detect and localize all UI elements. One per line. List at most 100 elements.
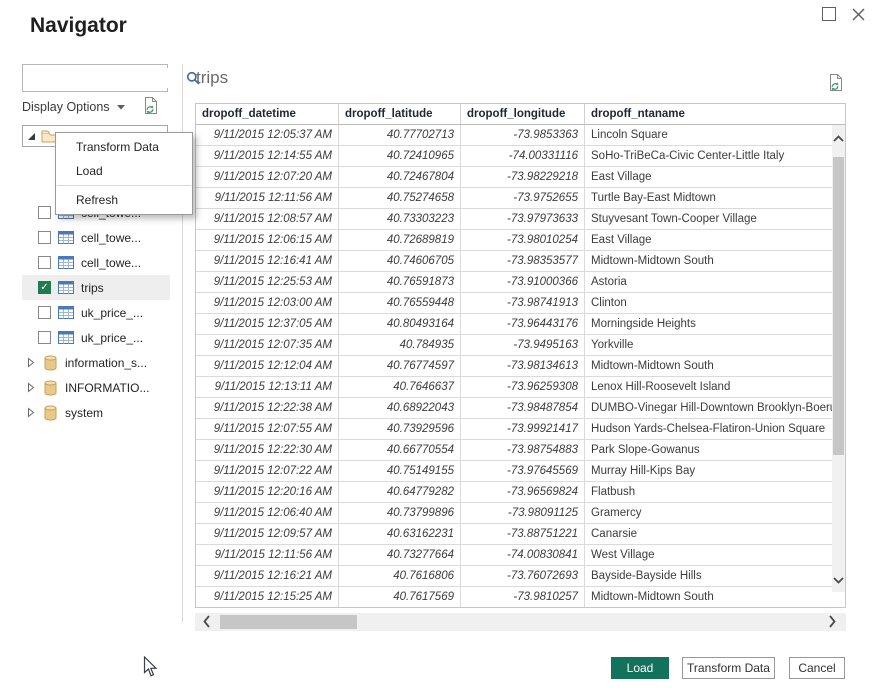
checkbox[interactable]	[38, 231, 51, 244]
preview-title: trips	[196, 68, 228, 88]
table-cell: 9/11/2015 12:03:00 AM	[196, 293, 339, 314]
checkbox[interactable]	[38, 306, 51, 319]
table-cell: 40.72467804	[339, 167, 461, 188]
column-header-dropoff_longitude[interactable]: dropoff_longitude	[461, 104, 585, 125]
table-cell: 40.76559448	[339, 293, 461, 314]
scroll-right-icon[interactable]	[829, 615, 836, 633]
table-row: 9/11/2015 12:08:57 AM40.73303223-73.9797…	[196, 209, 845, 230]
table-cell: -73.9853363	[461, 125, 585, 146]
table-cell: -73.9495163	[461, 335, 585, 356]
close-icon[interactable]	[851, 7, 866, 22]
preview-table: dropoff_datetimedropoff_latitudedropoff_…	[195, 103, 846, 608]
table-cell: 40.784935	[339, 335, 461, 356]
table-cell: West Village	[585, 545, 845, 566]
menu-item-refresh[interactable]: Refresh	[56, 188, 192, 212]
table-cell: 9/11/2015 12:20:16 AM	[196, 482, 339, 503]
table-cell: 9/11/2015 12:06:40 AM	[196, 503, 339, 524]
table-row: 9/11/2015 12:16:21 AM40.7616806-73.76072…	[196, 566, 845, 587]
table-cell: 9/11/2015 12:25:53 AM	[196, 272, 339, 293]
table-cell: -73.98091125	[461, 503, 585, 524]
expand-collapsed-icon[interactable]	[27, 357, 37, 368]
table-cell: Midtown-Midtown South	[585, 251, 845, 272]
checkbox[interactable]	[38, 206, 51, 219]
table-row: 9/11/2015 12:03:00 AM40.76559448-73.9874…	[196, 293, 845, 314]
table-cell: -73.9752655	[461, 188, 585, 209]
menu-item-transform-data[interactable]: Transform Data	[56, 135, 192, 159]
table-cell: 9/11/2015 12:08:57 AM	[196, 209, 339, 230]
context-menu: Transform DataLoad Refresh	[55, 132, 193, 215]
table-icon	[58, 281, 74, 294]
table-cell: 40.75274658	[339, 188, 461, 209]
search-box[interactable]	[22, 64, 168, 92]
table-cell: 9/11/2015 12:22:38 AM	[196, 398, 339, 419]
vertical-scrollbar[interactable]	[832, 125, 845, 592]
scroll-down-icon[interactable]	[832, 577, 845, 584]
column-header-dropoff_ntaname[interactable]: dropoff_ntaname	[585, 104, 845, 125]
transform-data-button[interactable]: Transform Data	[682, 657, 775, 679]
table-cell: SoHo-TriBeCa-Civic Center-Little Italy	[585, 146, 845, 167]
table-cell: 40.68922043	[339, 398, 461, 419]
cancel-button[interactable]: Cancel	[789, 657, 845, 679]
table-cell: 9/11/2015 12:07:35 AM	[196, 335, 339, 356]
checkbox[interactable]	[38, 331, 51, 344]
table-cell: -73.98754883	[461, 440, 585, 461]
table-cell: 9/11/2015 12:13:11 AM	[196, 377, 339, 398]
checkbox[interactable]	[38, 281, 51, 294]
table-cell: DUMBO-Vinegar Hill-Downtown Brooklyn-Boe…	[585, 398, 845, 419]
mouse-cursor-icon	[143, 656, 158, 683]
table-cell: Morningside Heights	[585, 314, 845, 335]
table-cell: 9/11/2015 12:06:15 AM	[196, 230, 339, 251]
checkbox[interactable]	[38, 256, 51, 269]
tree-item-table[interactable]: uk_price_...	[22, 325, 170, 350]
table-cell: Hudson Yards-Chelsea-Flatiron-Union Squa…	[585, 419, 845, 440]
table-row: 9/11/2015 12:09:57 AM40.63162231-73.8875…	[196, 524, 845, 545]
maximize-icon[interactable]	[822, 7, 836, 21]
table-cell: East Village	[585, 167, 845, 188]
refresh-preview-icon[interactable]	[828, 73, 844, 97]
table-cell: -73.96259308	[461, 377, 585, 398]
tree-item-database[interactable]: INFORMATIO...	[22, 375, 170, 400]
table-cell: -73.76072693	[461, 566, 585, 587]
tree-item-table[interactable]: uk_price_...	[22, 300, 170, 325]
load-button[interactable]: Load	[611, 657, 669, 679]
refresh-document-icon[interactable]	[143, 96, 159, 120]
menu-item-load[interactable]: Load	[56, 159, 192, 183]
expand-expanded-icon[interactable]	[27, 132, 36, 141]
tree-item-table[interactable]: cell_towe...	[22, 225, 170, 250]
table-cell: 9/11/2015 12:07:22 AM	[196, 461, 339, 482]
table-cell: -73.98010254	[461, 230, 585, 251]
table-cell: 9/11/2015 12:37:05 AM	[196, 314, 339, 335]
tree-item-database[interactable]: system	[22, 400, 170, 425]
horizontal-scrollbar-thumb[interactable]	[220, 615, 357, 629]
table-cell: 9/11/2015 12:12:04 AM	[196, 356, 339, 377]
table-row: 9/11/2015 12:13:11 AM40.7646637-73.96259…	[196, 377, 845, 398]
tree-item-database[interactable]: information_s...	[22, 350, 170, 375]
expand-collapsed-icon[interactable]	[27, 382, 37, 393]
table-cell: 9/11/2015 12:09:57 AM	[196, 524, 339, 545]
search-input[interactable]	[23, 68, 186, 88]
tree-item-label: uk_price_...	[81, 331, 143, 345]
vertical-scrollbar-thumb[interactable]	[833, 157, 844, 455]
table-row: 9/11/2015 12:07:20 AM40.72467804-73.9822…	[196, 167, 845, 188]
table-cell: -73.98134613	[461, 356, 585, 377]
table-row: 9/11/2015 12:11:56 AM40.75274658-73.9752…	[196, 188, 845, 209]
horizontal-scrollbar[interactable]	[195, 613, 846, 631]
scroll-up-icon[interactable]	[832, 135, 845, 142]
table-cell: -74.00830841	[461, 545, 585, 566]
table-cell: Yorkville	[585, 335, 845, 356]
column-header-dropoff_datetime[interactable]: dropoff_datetime	[196, 104, 339, 125]
table-cell: Lenox Hill-Roosevelt Island	[585, 377, 845, 398]
scroll-left-icon[interactable]	[203, 615, 210, 633]
column-header-dropoff_latitude[interactable]: dropoff_latitude	[339, 104, 461, 125]
display-options-dropdown[interactable]: Display Options	[22, 100, 125, 114]
tree-item-table[interactable]: cell_towe...	[22, 250, 170, 275]
table-cell: Murray Hill-Kips Bay	[585, 461, 845, 482]
table-cell: 40.64779282	[339, 482, 461, 503]
expand-collapsed-icon[interactable]	[27, 407, 37, 418]
table-row: 9/11/2015 12:22:38 AM40.68922043-73.9848…	[196, 398, 845, 419]
table-cell: -74.00331116	[461, 146, 585, 167]
table-cell: 40.73277664	[339, 545, 461, 566]
table-row: 9/11/2015 12:07:22 AM40.75149155-73.9764…	[196, 461, 845, 482]
table-cell: 40.7646637	[339, 377, 461, 398]
tree-item-table[interactable]: trips	[22, 275, 170, 300]
